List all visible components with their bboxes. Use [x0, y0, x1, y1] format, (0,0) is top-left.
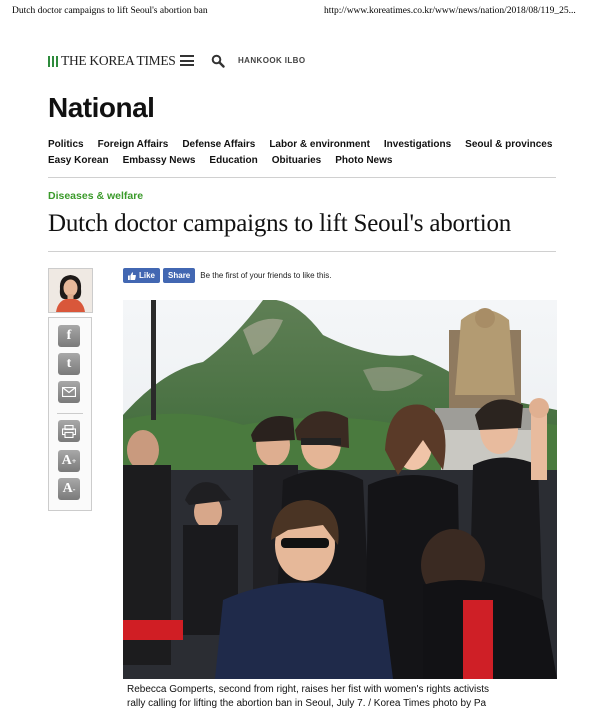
- print-icon[interactable]: [58, 420, 80, 442]
- subnav-item-seoul-provinces[interactable]: Seoul & provinces: [465, 139, 552, 155]
- site-logo[interactable]: THE KOREA TIMES: [48, 53, 176, 69]
- facebook-share-button[interactable]: Share: [163, 268, 196, 283]
- subnav-item-politics[interactable]: Politics: [48, 139, 84, 155]
- section-divider: [48, 177, 556, 178]
- facebook-like-label: Like: [139, 271, 156, 280]
- subnav-item-defense-affairs[interactable]: Defense Affairs: [182, 139, 255, 155]
- logo-mark-icon: [48, 55, 58, 67]
- share-toolbar: f t A + A-: [48, 317, 92, 511]
- print-page-title: Dutch doctor campaigns to lift Seoul's a…: [12, 6, 208, 16]
- facebook-social-bar: Like Share Be the first of your friends …: [123, 268, 331, 283]
- thumbs-up-icon: [128, 271, 136, 280]
- logo-text: THE KOREA TIMES: [61, 53, 176, 68]
- twitter-icon[interactable]: t: [58, 353, 80, 375]
- caption-line-2: rally calling for lifting the abortion b…: [127, 698, 487, 709]
- article-category[interactable]: Diseases & welfare: [48, 190, 143, 202]
- search-icon[interactable]: [211, 54, 225, 68]
- subnav-item-photo-news[interactable]: Photo News: [335, 155, 392, 171]
- author-avatar[interactable]: [48, 268, 93, 313]
- print-page-url: http://www.koreatimes.co.kr/www/news/nat…: [324, 6, 576, 16]
- subnav-item-labor-environment[interactable]: Labor & environment: [269, 139, 370, 155]
- caption-line-1: Rebecca Gomperts, second from right, rai…: [127, 684, 490, 695]
- font-decrease-icon[interactable]: A-: [58, 478, 80, 500]
- subnav-item-education[interactable]: Education: [209, 155, 257, 171]
- photo-caption: Rebecca Gomperts, second from right, rai…: [127, 683, 557, 711]
- section-title[interactable]: National: [48, 92, 155, 124]
- subnav-item-easy-korean[interactable]: Easy Korean: [48, 155, 109, 171]
- subnav-item-embassy-news[interactable]: Embassy News: [123, 155, 196, 171]
- article-headline: Dutch doctor campaigns to lift Seoul's a…: [48, 210, 512, 237]
- share-separator: [57, 413, 83, 414]
- hamburger-icon[interactable]: [180, 55, 194, 66]
- subnav-item-investigations[interactable]: Investigations: [384, 139, 451, 155]
- hankook-ilbo-link[interactable]: HANKOOK ILBO: [238, 56, 305, 65]
- subnav-row-1: Politics Foreign Affairs Defense Affairs…: [48, 139, 558, 155]
- article-photo[interactable]: [123, 300, 557, 679]
- subnav-row-2: Easy Korean Embassy News Education Obitu…: [48, 155, 558, 171]
- headline-divider: [48, 251, 556, 252]
- email-icon[interactable]: [58, 381, 80, 403]
- section-subnav: Politics Foreign Affairs Defense Affairs…: [48, 139, 558, 171]
- facebook-share-label: Share: [168, 271, 191, 280]
- masthead: THE KOREA TIMES HANKOOK ILBO: [48, 52, 448, 70]
- subnav-item-obituaries[interactable]: Obituaries: [272, 155, 321, 171]
- facebook-social-text: Be the first of your friends to like thi…: [200, 271, 332, 280]
- facebook-like-button[interactable]: Like: [123, 268, 161, 283]
- facebook-icon[interactable]: f: [58, 325, 80, 347]
- subnav-item-foreign-affairs[interactable]: Foreign Affairs: [98, 139, 169, 155]
- font-increase-icon[interactable]: A +: [58, 450, 80, 472]
